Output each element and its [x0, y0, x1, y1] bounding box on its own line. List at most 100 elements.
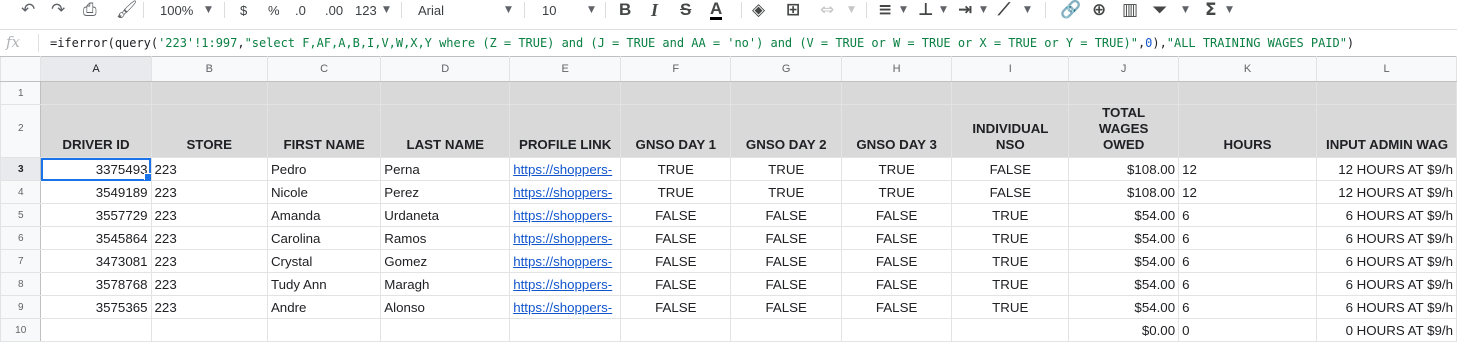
merge-caret-icon[interactable]: ▼ [848, 0, 855, 20]
more-formats-button[interactable]: 123 [355, 0, 377, 20]
cell[interactable]: 12 HOURS AT $9/h [1316, 157, 1457, 181]
header-cell[interactable]: GNSO DAY 3 [840, 104, 953, 158]
header-cell[interactable]: GNSO DAY 2 [730, 104, 842, 158]
cell[interactable]: TRUE [951, 203, 1070, 227]
cell[interactable]: 223 [150, 203, 268, 227]
header-cell[interactable]: STORE [150, 104, 268, 158]
percent-button[interactable]: % [268, 0, 280, 20]
cell[interactable]: Nicole [266, 180, 382, 204]
header-cell[interactable]: FIRST NAME [266, 104, 382, 158]
cell[interactable]: TRUE [620, 180, 732, 204]
column-header[interactable]: F [620, 56, 732, 82]
profile-link-cell[interactable]: https://shoppers- [509, 180, 622, 204]
align-caret-icon[interactable]: ▼ [900, 0, 907, 20]
row-number[interactable]: 6 [0, 226, 42, 250]
cell[interactable] [40, 81, 152, 105]
header-cell[interactable]: TOTAL WAGES OWED [1068, 104, 1180, 158]
functions-caret-icon[interactable]: ▼ [1226, 0, 1233, 20]
cell[interactable]: 223 [150, 272, 268, 296]
cell[interactable]: FALSE [840, 272, 953, 296]
paint-format-icon[interactable]: 🖌 [116, 0, 138, 20]
chart-icon[interactable]: ▥ [1122, 0, 1138, 20]
cell[interactable]: TRUE [730, 157, 842, 181]
driver-id-cell[interactable]: 3473081 [40, 249, 152, 273]
cell[interactable]: TRUE [951, 272, 1070, 296]
cell[interactable]: 6 HOURS AT $9/h [1316, 295, 1457, 319]
cell[interactable]: 12 [1178, 180, 1318, 204]
currency-button[interactable]: $ [240, 0, 247, 20]
merge-cells-icon[interactable]: ⇔ [820, 0, 834, 20]
driver-id-cell[interactable]: 3575365 [40, 295, 152, 319]
cell[interactable]: FALSE [730, 295, 842, 319]
cell[interactable] [509, 81, 622, 105]
cell[interactable]: $0.00 [1068, 318, 1180, 342]
undo-icon[interactable]: ↶ [21, 0, 35, 20]
fill-color-icon[interactable]: ◈ [752, 0, 765, 20]
cell[interactable]: FALSE [730, 272, 842, 296]
cell[interactable]: Carolina [266, 226, 382, 250]
cell[interactable]: FALSE [840, 295, 953, 319]
profile-link-cell[interactable]: https://shoppers- [509, 272, 622, 296]
driver-id-cell[interactable]: 3578768 [40, 272, 152, 296]
cell[interactable]: Urdaneta [380, 203, 511, 227]
cell[interactable]: Crystal [266, 249, 382, 273]
zoom-caret-icon[interactable]: ▼ [205, 0, 212, 20]
cell[interactable]: 6 [1178, 249, 1318, 273]
row-number[interactable]: 3 [0, 157, 42, 181]
profile-link[interactable]: https://shoppers- [513, 254, 612, 269]
cell[interactable]: 6 [1178, 203, 1318, 227]
align-horizontal-icon[interactable]: ≡ [878, 0, 892, 20]
row-number[interactable]: 7 [0, 249, 42, 273]
cell[interactable]: 6 HOURS AT $9/h [1316, 272, 1457, 296]
cell[interactable]: FALSE [730, 226, 842, 250]
italic-button[interactable]: I [651, 0, 658, 20]
text-wrap-icon[interactable]: ⇥ [958, 0, 972, 20]
cell[interactable] [730, 81, 842, 105]
functions-icon[interactable]: Σ [1205, 0, 1217, 20]
cell[interactable]: FALSE [620, 249, 732, 273]
column-header[interactable]: J [1068, 56, 1180, 82]
cell[interactable] [380, 81, 511, 105]
text-rotation-icon[interactable]: ⟋ [998, 0, 1010, 20]
profile-link[interactable]: https://shoppers- [513, 208, 612, 223]
print-icon[interactable]: ⎙ [83, 0, 97, 20]
driver-id-cell[interactable]: 3375493 [40, 157, 152, 181]
column-header[interactable]: K [1178, 56, 1318, 82]
cell[interactable]: Perna [380, 157, 511, 181]
cell[interactable] [1178, 81, 1318, 105]
cell[interactable]: Andre [266, 295, 382, 319]
cell[interactable] [620, 318, 732, 342]
cell[interactable]: $108.00 [1068, 157, 1180, 181]
cell[interactable]: 223 [150, 157, 268, 181]
column-header[interactable]: I [951, 56, 1070, 82]
cell[interactable]: 6 HOURS AT $9/h [1316, 249, 1457, 273]
text-color-button[interactable]: A [710, 0, 723, 20]
cell[interactable] [1068, 81, 1180, 105]
header-cell[interactable]: DRIVER ID [40, 104, 152, 158]
cell[interactable]: 6 HOURS AT $9/h [1316, 203, 1457, 227]
header-cell[interactable]: HOURS [1178, 104, 1318, 158]
driver-id-cell[interactable]: 3557729 [40, 203, 152, 227]
cell[interactable]: $54.00 [1068, 203, 1180, 227]
wrap-caret-icon[interactable]: ▼ [980, 0, 987, 20]
cell[interactable]: FALSE [840, 226, 953, 250]
cell[interactable]: Maragh [380, 272, 511, 296]
cell[interactable]: $54.00 [1068, 295, 1180, 319]
formula-input[interactable]: =iferror(query('223'!1:997,"select F,AF,… [50, 36, 1354, 50]
cell[interactable]: TRUE [840, 180, 953, 204]
cell[interactable] [951, 318, 1070, 342]
cell[interactable] [951, 81, 1070, 105]
align-vertical-icon[interactable]: ⊥ [918, 0, 934, 20]
cell[interactable]: FALSE [840, 203, 953, 227]
cell[interactable]: TRUE [951, 295, 1070, 319]
profile-link-cell[interactable]: https://shoppers- [509, 249, 622, 273]
filter-caret-icon[interactable]: ▼ [1182, 0, 1189, 20]
cell[interactable] [620, 81, 732, 105]
font-caret-icon[interactable]: ▼ [505, 0, 512, 20]
cell[interactable]: TRUE [951, 226, 1070, 250]
column-header[interactable]: C [266, 56, 382, 82]
cell[interactable]: Amanda [266, 203, 382, 227]
zoom-select[interactable]: 100% [160, 0, 193, 20]
cell[interactable]: TRUE [730, 180, 842, 204]
cell[interactable]: 0 [1178, 318, 1318, 342]
